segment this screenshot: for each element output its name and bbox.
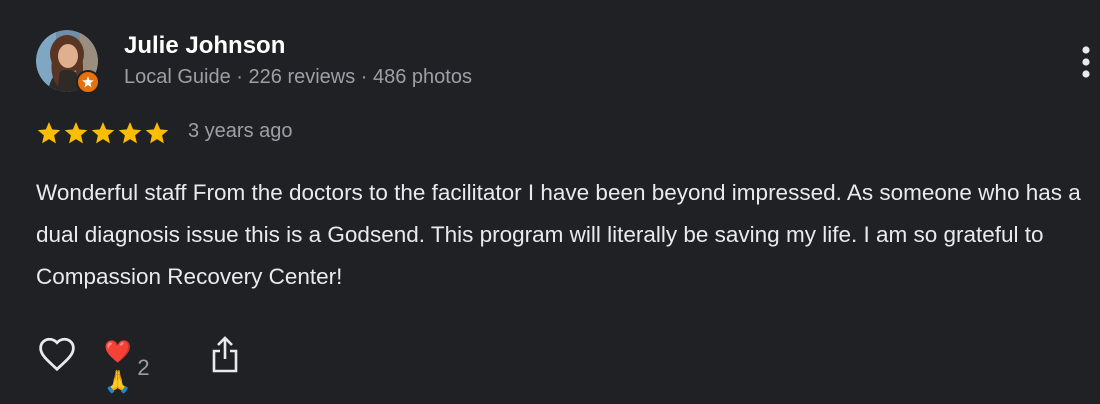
more-vertical-icon (1082, 46, 1090, 78)
local-guide-badge-icon (76, 70, 100, 94)
like-button[interactable] (36, 334, 78, 374)
share-button[interactable] (208, 332, 242, 376)
star-icon (64, 121, 88, 144)
author-avatar[interactable] (36, 30, 100, 94)
review-card: Julie Johnson Local Guide · 226 reviews … (0, 0, 1100, 404)
review-text: Wonderful staff From the doctors to the … (36, 180, 1081, 289)
star-icon (145, 121, 169, 144)
review-time: 3 years ago (188, 120, 293, 142)
star-rating (36, 120, 170, 146)
star-icon (37, 121, 61, 144)
reaction-count: 2 (137, 355, 150, 380)
reactions-button[interactable]: ❤️🙏 2 (104, 338, 150, 398)
reaction-emojis: ❤️🙏 (104, 340, 132, 395)
author-name[interactable]: Julie Johnson (124, 32, 285, 60)
more-options-button[interactable] (1072, 42, 1100, 82)
share-icon (212, 336, 238, 373)
star-icon (91, 121, 115, 144)
star-icon (118, 121, 142, 144)
author-meta[interactable]: Local Guide · 226 reviews · 486 photos (124, 66, 472, 89)
heart-outline-icon (39, 337, 75, 372)
